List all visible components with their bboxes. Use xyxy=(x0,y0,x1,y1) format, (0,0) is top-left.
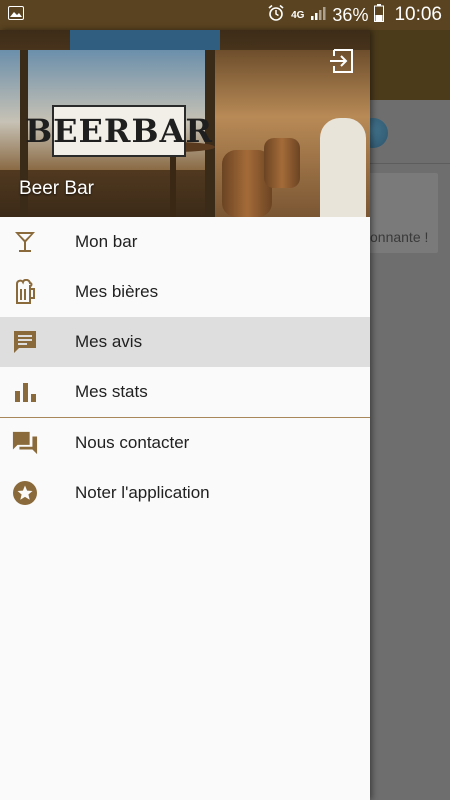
menu-item-label: Mon bar xyxy=(75,232,138,251)
navigation-drawer: BEERBAR Beer Bar Mon bar Mes bières Mes … xyxy=(0,30,370,800)
header-image-table-leg xyxy=(170,150,176,217)
network-type: 4G xyxy=(291,9,305,21)
drawer-menu: Mon bar Mes bières Mes avis Mes stats No… xyxy=(0,217,370,518)
comment-icon xyxy=(12,329,38,355)
background-card-text: onnante ! xyxy=(370,229,429,245)
menu-item-label: Nous contacter xyxy=(75,433,190,452)
battery-icon xyxy=(374,3,385,27)
menu-item-label: Mes avis xyxy=(75,332,143,351)
menu-item-label: Mes bières xyxy=(75,282,159,301)
alarm-icon xyxy=(267,4,285,27)
beer-mug-icon xyxy=(12,279,38,305)
cocktail-icon xyxy=(12,229,38,255)
background-divider xyxy=(370,163,450,164)
menu-item-mes-avis[interactable]: Mes avis xyxy=(0,317,370,367)
header-image-person xyxy=(320,118,366,217)
forum-icon xyxy=(12,430,38,456)
beer-bar-sign: BEERBAR xyxy=(25,105,212,157)
menu-item-mes-stats[interactable]: Mes stats xyxy=(0,367,370,417)
status-bar: 4G 36% 10:06 xyxy=(0,0,450,30)
menu-item-nous-contacter[interactable]: Nous contacter xyxy=(0,418,370,468)
clock: 10:06 xyxy=(394,4,442,25)
drawer-title: Beer Bar xyxy=(19,178,94,199)
star-circle-icon xyxy=(12,480,38,506)
logout-icon[interactable] xyxy=(328,48,356,74)
menu-item-label: Noter l'application xyxy=(75,483,210,502)
menu-item-noter-application[interactable]: Noter l'application xyxy=(0,468,370,518)
header-image-awning xyxy=(70,30,220,50)
menu-item-label: Mes stats xyxy=(75,382,148,401)
menu-item-mon-bar[interactable]: Mon bar xyxy=(0,217,370,267)
gallery-notification-icon xyxy=(8,5,24,25)
battery-percent: 36% xyxy=(332,4,369,25)
bar-chart-icon xyxy=(12,379,38,405)
menu-item-mes-bieres[interactable]: Mes bières xyxy=(0,267,370,317)
header-image-barrel xyxy=(264,138,300,188)
signal-icon xyxy=(310,5,326,26)
drawer-header: BEERBAR Beer Bar xyxy=(0,30,370,217)
